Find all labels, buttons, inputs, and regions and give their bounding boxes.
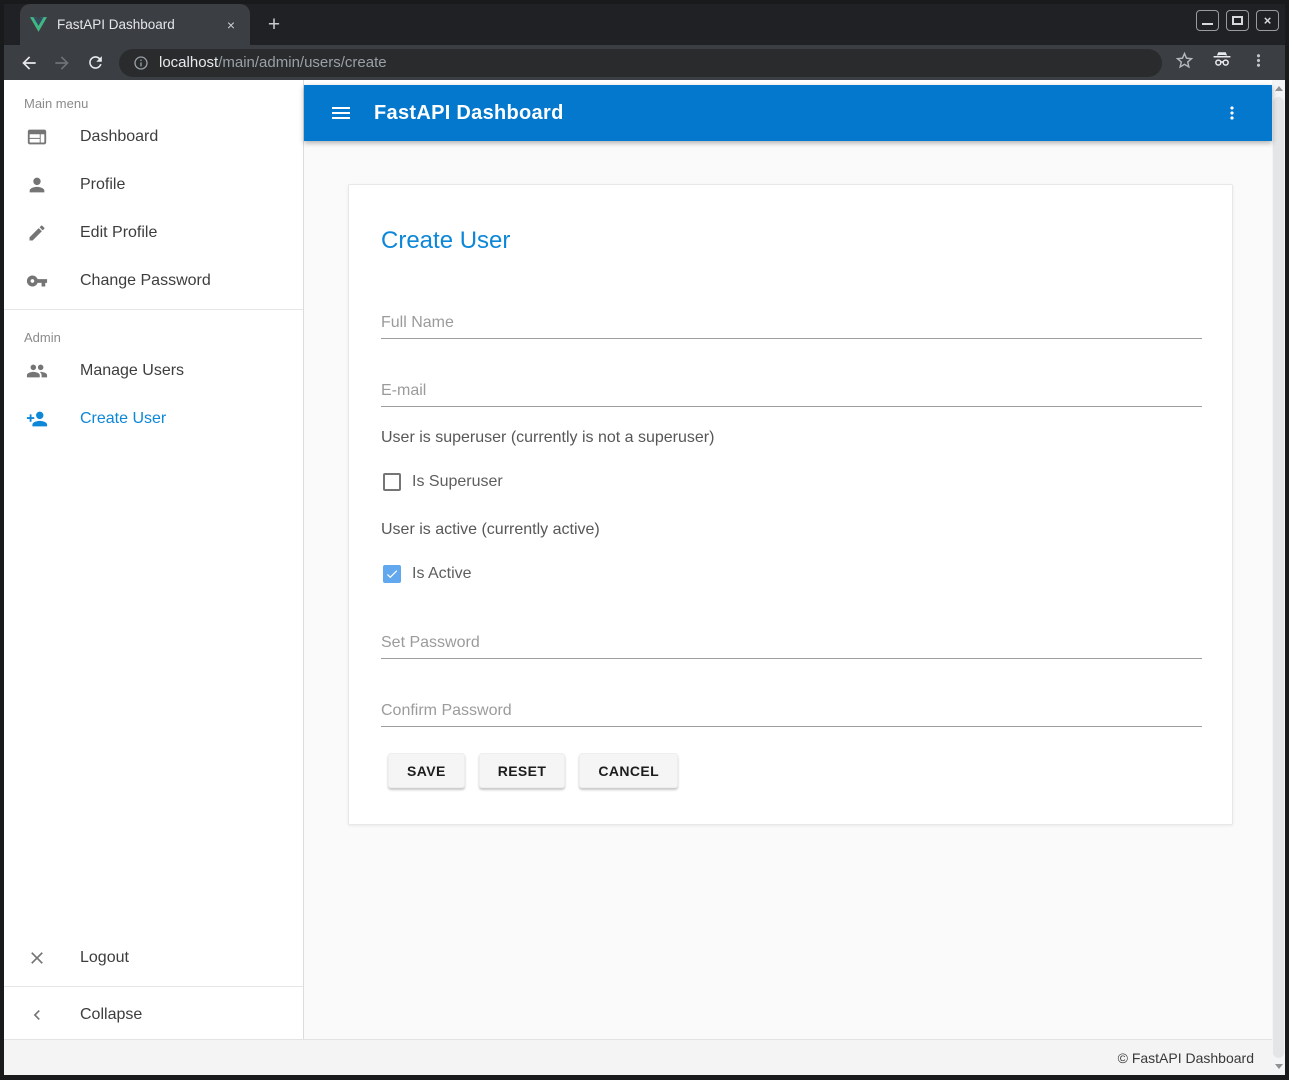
people-icon [26, 360, 48, 382]
tab-title: FastAPI Dashboard [57, 17, 222, 32]
window-controls: × [1196, 10, 1279, 31]
vue-logo-icon [30, 17, 47, 32]
page-viewport: Main menu Dashboard Profile Edit Profile [4, 80, 1285, 1075]
maximize-button[interactable] [1226, 10, 1249, 31]
sidebar-item-label: Create User [80, 410, 166, 428]
person-icon [26, 174, 48, 196]
page-title: Create User [381, 227, 510, 255]
app-title: FastAPI Dashboard [374, 102, 1220, 125]
form-buttons: SAVE RESET CANCEL [388, 753, 678, 788]
sidebar-item-change-password[interactable]: Change Password [4, 257, 303, 305]
sidebar-item-label: Collapse [80, 1006, 142, 1024]
back-arrow-icon[interactable] [17, 51, 41, 75]
browser-window: FastAPI Dashboard × + × localhost/main/a… [0, 0, 1289, 1080]
sidebar-item-label: Dashboard [80, 128, 158, 146]
browser-menu-kebab-icon[interactable] [1249, 51, 1268, 75]
sidebar-item-label: Change Password [80, 272, 211, 290]
incognito-icon [1211, 49, 1233, 76]
email-field[interactable] [381, 375, 1202, 407]
hamburger-menu-icon[interactable] [328, 100, 354, 126]
address-bar[interactable]: localhost/main/admin/users/create [119, 49, 1162, 77]
sidebar-item-label: Edit Profile [80, 224, 157, 242]
sidebar-item-logout[interactable]: Logout [4, 934, 303, 982]
active-note: User is active (currently active) [381, 518, 600, 542]
sidebar-section-admin: Admin [4, 314, 303, 347]
scrollbar-track[interactable] [1272, 97, 1285, 1058]
url-host: localhost [159, 54, 218, 71]
create-user-card: Create User User is superuser (currently… [348, 184, 1233, 825]
save-button[interactable]: SAVE [388, 753, 465, 788]
copyright-text: © FastAPI Dashboard [1118, 1050, 1254, 1066]
confirm-password-field[interactable] [381, 695, 1202, 727]
sidebar-divider [4, 986, 303, 987]
set-password-field[interactable] [381, 627, 1202, 659]
sidebar-item-label: Manage Users [80, 362, 184, 380]
chevron-left-icon [26, 1004, 48, 1026]
minimize-button[interactable] [1196, 10, 1219, 31]
browser-tab[interactable]: FastAPI Dashboard × [20, 4, 250, 45]
sidebar-item-edit-profile[interactable]: Edit Profile [4, 209, 303, 257]
tab-close-icon[interactable]: × [222, 16, 240, 34]
sidebar: Main menu Dashboard Profile Edit Profile [4, 80, 304, 1039]
close-window-button[interactable]: × [1256, 10, 1279, 31]
sidebar-item-manage-users[interactable]: Manage Users [4, 347, 303, 395]
is-active-checkbox[interactable] [383, 565, 401, 583]
info-icon[interactable] [133, 55, 149, 71]
key-icon [26, 270, 48, 292]
sidebar-item-dashboard[interactable]: Dashboard [4, 113, 303, 161]
app-bar: FastAPI Dashboard [304, 85, 1272, 141]
page-footer: © FastAPI Dashboard [4, 1039, 1272, 1075]
sidebar-item-collapse[interactable]: Collapse [4, 991, 303, 1039]
vertical-scrollbar[interactable] [1272, 80, 1285, 1075]
scrollbar-thumb[interactable] [1273, 97, 1284, 1058]
person-add-icon [26, 408, 48, 430]
sidebar-item-create-user[interactable]: Create User [4, 395, 303, 443]
sidebar-bottom: Logout Collapse [4, 934, 303, 1039]
close-x-icon [26, 947, 48, 969]
forward-arrow-icon[interactable] [50, 51, 74, 75]
pencil-icon [26, 222, 48, 244]
web-layout-icon [26, 126, 48, 148]
superuser-note: User is superuser (currently is not a su… [381, 426, 714, 450]
is-superuser-checkbox[interactable] [383, 473, 401, 491]
is-superuser-row[interactable]: Is Superuser [383, 470, 503, 494]
sidebar-item-profile[interactable]: Profile [4, 161, 303, 209]
sidebar-section-main-menu: Main menu [4, 80, 303, 113]
reload-icon[interactable] [83, 51, 107, 75]
sidebar-item-label: Logout [80, 949, 129, 967]
toolbar-right [1174, 49, 1272, 76]
sidebar-divider [4, 309, 303, 310]
tab-strip: FastAPI Dashboard × + × [4, 4, 1285, 45]
reset-button[interactable]: RESET [479, 753, 566, 788]
new-tab-button[interactable]: + [260, 11, 288, 39]
checkbox-label: Is Superuser [412, 473, 503, 491]
star-icon[interactable] [1174, 50, 1195, 76]
scroll-down-arrow-icon[interactable] [1275, 1064, 1283, 1069]
scroll-up-arrow-icon[interactable] [1275, 86, 1283, 91]
checkbox-label: Is Active [412, 565, 472, 583]
browser-toolbar: localhost/main/admin/users/create [4, 45, 1285, 80]
cancel-button[interactable]: CANCEL [579, 753, 678, 788]
url-path: /main/admin/users/create [218, 54, 386, 71]
full-name-field[interactable] [381, 307, 1202, 339]
is-active-row[interactable]: Is Active [383, 562, 472, 586]
main-content: Create User User is superuser (currently… [304, 141, 1272, 1039]
sidebar-item-label: Profile [80, 176, 125, 194]
app-kebab-menu-icon[interactable] [1220, 101, 1244, 125]
